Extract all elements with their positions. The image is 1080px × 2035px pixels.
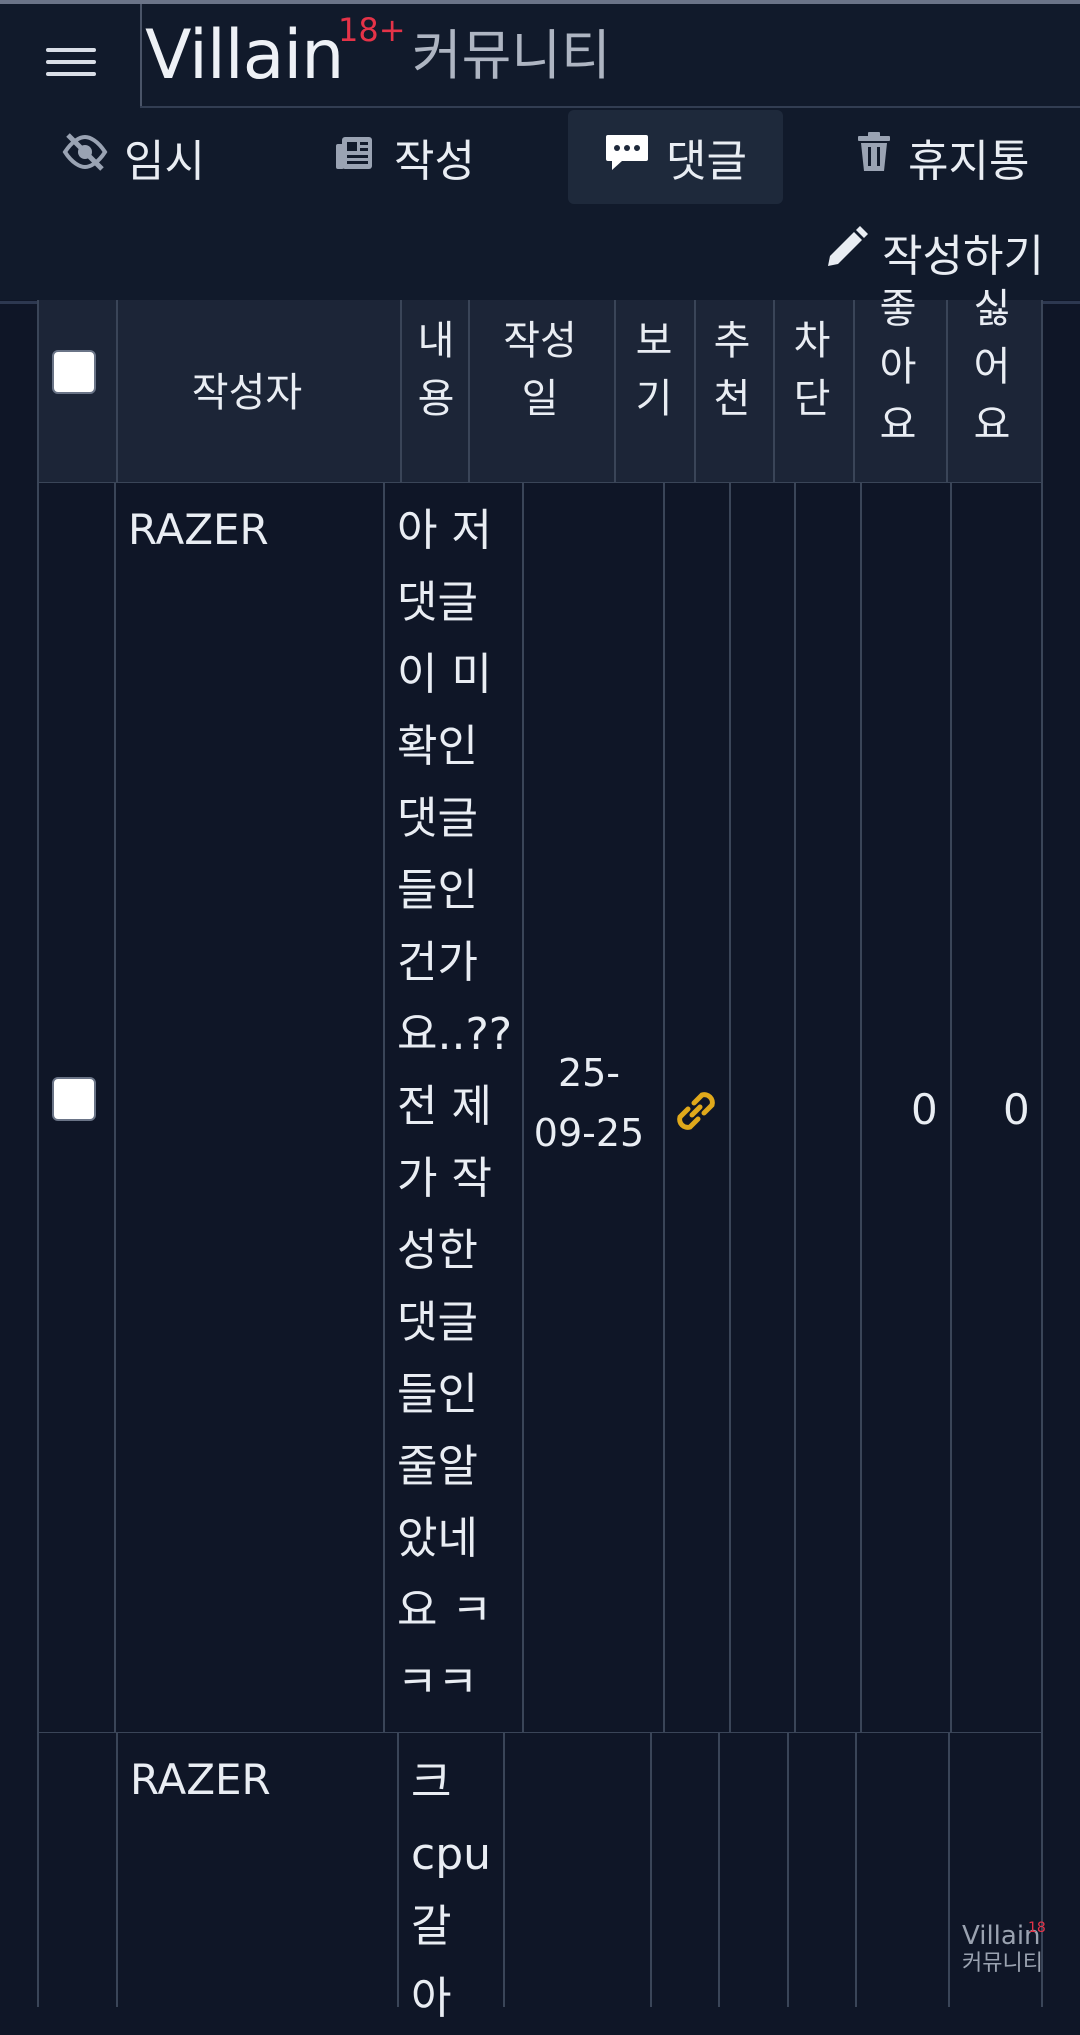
grid-line — [663, 483, 665, 1733]
write-button-label: 작성하기 — [882, 231, 1044, 282]
comment-icon — [604, 131, 650, 184]
grid-line — [946, 300, 948, 483]
header-recommend[interactable]: 추천 — [695, 312, 769, 428]
grid-line — [948, 1733, 950, 2007]
row-likes: 0 — [911, 1085, 938, 1134]
table-row: RAZER 크 cpu 갈 아 — [37, 1733, 1043, 2024]
grid-line — [787, 1733, 789, 2007]
row-content[interactable]: 크 cpu 갈 아 — [411, 1747, 501, 2035]
eye-off-icon — [62, 132, 108, 183]
row-dislikes: 0 — [1003, 1085, 1030, 1134]
grid-line — [650, 1733, 652, 2007]
row-content[interactable]: 아 저 댓글 이 미 확인 댓글 들인 건가 요..?? 전 제 가 작 성한 … — [397, 495, 517, 1719]
table-header: 작성자 내용 작성 일 보기 추천 차단 좋아요 싫어요 — [37, 286, 1043, 483]
tab-temporary[interactable]: 임시 — [62, 110, 205, 204]
header-date[interactable]: 작성 일 — [469, 312, 611, 428]
hamburger-menu-icon[interactable] — [46, 40, 96, 80]
grid-line — [522, 483, 524, 1733]
tab-written[interactable]: 작성 — [336, 110, 475, 204]
grid-line — [503, 1733, 505, 2007]
grid-line — [853, 300, 855, 483]
trash-icon — [856, 131, 892, 184]
grid-line — [400, 300, 402, 483]
grid-line — [383, 483, 385, 1733]
header-block[interactable]: 차단 — [775, 312, 849, 428]
pencil-icon — [826, 225, 869, 279]
grid-line — [397, 1733, 399, 2007]
tab-label: 작성 — [394, 136, 475, 187]
header-divider — [140, 4, 142, 108]
tab-comments[interactable]: 댓글 — [568, 110, 783, 204]
logo-subtitle: 커뮤니티 — [412, 24, 611, 87]
grid-line — [855, 1733, 857, 2007]
site-logo[interactable]: Villain — [145, 8, 344, 104]
tab-label: 휴지통 — [908, 136, 1030, 187]
tab-label: 댓글 — [666, 136, 747, 187]
grid-line — [614, 300, 616, 483]
grid-line — [860, 483, 862, 1733]
grid-line — [116, 300, 118, 483]
header-view[interactable]: 보기 — [617, 312, 691, 428]
top-bar: Villain 18+ 커뮤니티 임시 작성 댓글 휴지통 작성하기 — [0, 0, 1080, 304]
write-button[interactable]: 작성하기 — [826, 214, 1044, 290]
grid-line — [794, 483, 796, 1733]
table-row: RAZER 아 저 댓글 이 미 확인 댓글 들인 건가 요..?? 전 제 가… — [37, 483, 1043, 1733]
header-rule — [140, 106, 1080, 108]
grid-line — [950, 483, 952, 1733]
grid-line — [729, 483, 731, 1733]
grid-line — [694, 300, 696, 483]
grid-line — [1041, 300, 1043, 483]
watermark-logo: Villain 18 커뮤니티 — [962, 1920, 1046, 1976]
tab-label: 임시 — [124, 136, 205, 187]
row-author[interactable]: RAZER — [130, 1755, 271, 1804]
grid-line — [37, 300, 39, 483]
grid-line — [468, 300, 470, 483]
grid-line — [1041, 483, 1043, 1733]
header-dislikes[interactable]: 싫어요 — [947, 280, 1037, 454]
grid-line — [718, 1733, 720, 2007]
header-likes[interactable]: 좋아요 — [855, 280, 941, 454]
newspaper-icon — [336, 132, 378, 183]
logo-age-badge: 18+ — [338, 11, 406, 49]
grid-line — [773, 300, 775, 483]
select-all-checkbox[interactable] — [52, 350, 96, 394]
row-date: 25- 09-25 — [533, 1051, 645, 1155]
grid-line — [37, 1733, 39, 2007]
row-checkbox[interactable] — [52, 1077, 96, 1121]
header-content[interactable]: 내용 — [405, 312, 467, 428]
grid-line — [116, 1733, 118, 2007]
row-author[interactable]: RAZER — [128, 505, 269, 554]
tab-trash[interactable]: 휴지통 — [856, 110, 1029, 204]
grid-line — [37, 483, 39, 1733]
link-icon[interactable] — [668, 1083, 724, 1149]
grid-line — [114, 483, 116, 1733]
header-author[interactable]: 작성자 — [117, 364, 377, 422]
